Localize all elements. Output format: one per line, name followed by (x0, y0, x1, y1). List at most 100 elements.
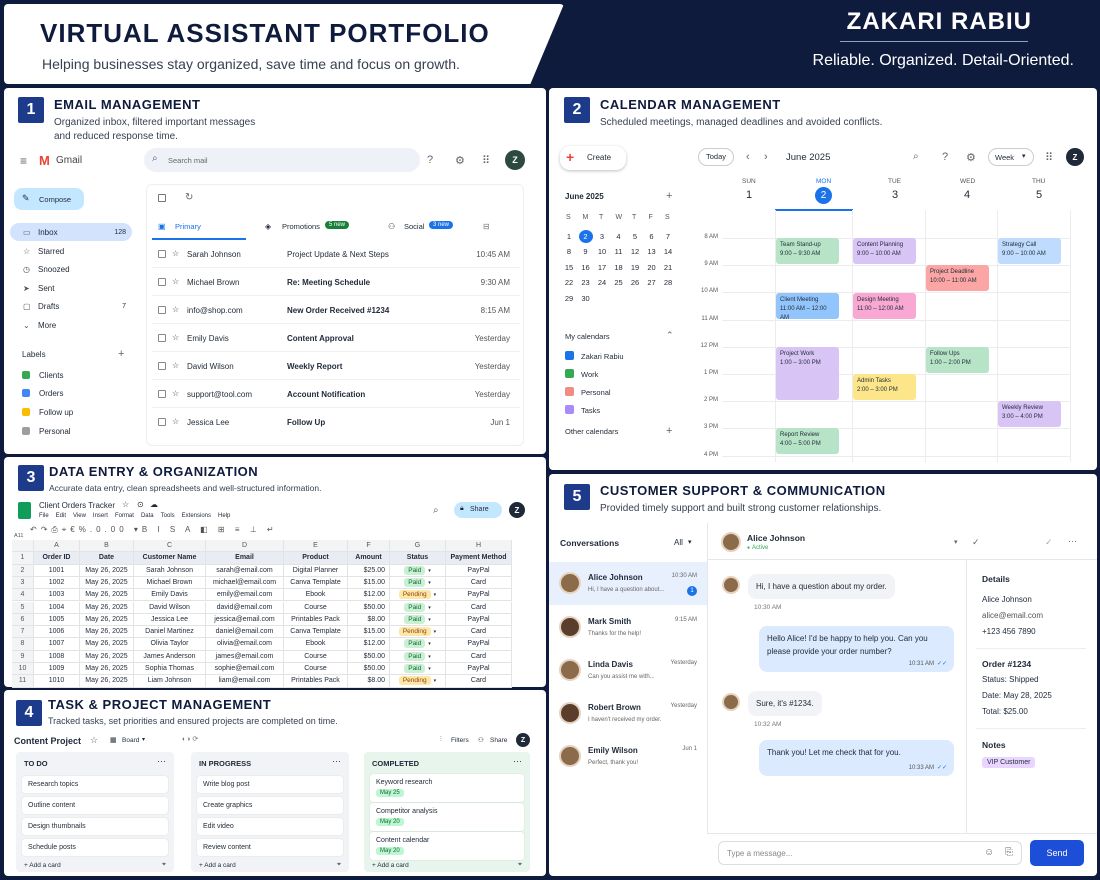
gear-icon[interactable]: ⚙ (966, 151, 976, 164)
task-card[interactable]: Design thumbnails (22, 818, 168, 835)
menu-icon[interactable]: ≡ (20, 154, 27, 168)
task-card[interactable]: Outline content (22, 797, 168, 814)
header-cell[interactable]: Email (206, 552, 284, 565)
calendar-event[interactable]: Design Meeting 11:00 – 12:00 AM (853, 293, 916, 319)
data-cell[interactable]: 1005 (34, 613, 80, 627)
sidebar-item-starred[interactable]: ☆ Starred (10, 242, 132, 260)
status-cell[interactable]: Paid ▾ (390, 613, 446, 627)
column-header[interactable]: A (34, 540, 80, 553)
mini-calendar-day[interactable]: 28 (661, 276, 675, 289)
mini-calendar-day[interactable]: 12 (628, 245, 642, 258)
add-label-icon[interactable]: + (118, 348, 124, 360)
status-cell[interactable]: Paid ▾ (390, 650, 446, 663)
row-number[interactable]: 6 (12, 613, 34, 627)
data-cell[interactable]: May 26, 2025 (80, 650, 134, 663)
data-cell[interactable]: 1002 (34, 576, 80, 590)
check-icon[interactable]: ✓ (972, 537, 980, 548)
create-button[interactable]: + Create (560, 146, 626, 170)
data-cell[interactable]: olivia@email.com (206, 638, 284, 651)
task-card[interactable]: Content calendar May 20 (370, 832, 524, 860)
row-number[interactable]: 11 (12, 675, 34, 688)
header-cell[interactable]: Payment Method (446, 552, 512, 565)
compose-button[interactable]: ✎ Compose (14, 188, 84, 210)
more-icon[interactable]: ··· (1068, 536, 1077, 546)
row-number[interactable]: 3 (12, 576, 34, 590)
star-icon[interactable]: ☆ (172, 389, 179, 398)
calendar-event[interactable]: Content Planning 9:00 – 10:00 AM (853, 238, 916, 264)
checkbox[interactable] (565, 405, 574, 414)
mini-calendar-day[interactable]: 10 (595, 245, 609, 258)
calendar-event[interactable]: Weekly Review 3:00 – 4:00 PM (998, 401, 1061, 427)
row-number[interactable]: 2 (12, 564, 34, 577)
header-cell[interactable]: Status (390, 552, 446, 565)
day-number[interactable]: 1 (746, 189, 752, 201)
star-icon[interactable]: ☆ (172, 417, 179, 426)
sidebar-item-sent[interactable]: ➤ Sent (10, 279, 132, 297)
mini-calendar-day[interactable]: 17 (595, 261, 609, 274)
status-cell[interactable]: Paid ▾ (390, 576, 446, 590)
select-all-checkbox[interactable] (158, 194, 166, 202)
mini-calendar-day[interactable]: 18 (612, 261, 626, 274)
data-cell[interactable]: $25.00 (348, 564, 390, 577)
chevron-left-icon[interactable]: ‹ (746, 151, 750, 163)
data-cell[interactable]: Printables Pack (284, 613, 348, 627)
column-header[interactable]: B (80, 540, 134, 553)
data-cell[interactable]: $15.00 (348, 626, 390, 639)
list-item[interactable]: Emily Wilson Jun 1 Perfect, thank you! (549, 735, 707, 778)
sidebar-item-inbox[interactable]: ▭ Inbox 128 (10, 223, 132, 241)
checkbox[interactable] (158, 278, 166, 286)
data-cell[interactable]: PayPal (446, 663, 512, 676)
status-cell[interactable]: Pending ▾ (390, 626, 446, 639)
emoji-icon[interactable]: ☺ (984, 847, 994, 858)
template-icon[interactable]: ⌖ (337, 861, 341, 869)
calendar-event[interactable]: Team Stand-up 9:00 – 9:30 AM (776, 238, 839, 264)
avatar[interactable]: Z (505, 150, 525, 170)
mini-calendar-day[interactable]: 9 (579, 245, 593, 258)
chevron-down-icon[interactable]: ▾ (688, 538, 692, 546)
chevron-down-icon[interactable]: ▾ (954, 538, 958, 546)
data-cell[interactable]: Digital Planner (284, 564, 348, 577)
add-card-button[interactable]: + Add a card (24, 862, 61, 869)
mini-calendar-day[interactable]: 1 (562, 230, 576, 243)
help-icon[interactable]: ? (427, 154, 433, 166)
chevron-up-icon[interactable]: ⌃ (666, 330, 674, 341)
help-icon[interactable]: ? (942, 151, 948, 163)
sidebar-item-snoozed[interactable]: ◷ Snoozed (10, 260, 132, 278)
add-icon[interactable]: + (666, 425, 672, 437)
mini-calendar-day[interactable]: 2 (578, 229, 593, 243)
data-cell[interactable]: $50.00 (348, 601, 390, 614)
task-card[interactable]: Edit video (197, 818, 343, 835)
data-cell[interactable]: Ebook (284, 589, 348, 602)
list-item[interactable]: Robert Brown Yesterday I haven't receive… (549, 692, 707, 735)
search-icon[interactable]: ⌕ (433, 505, 439, 516)
mini-calendar-day[interactable]: 19 (628, 261, 642, 274)
template-icon[interactable]: ⌖ (518, 861, 522, 869)
data-cell[interactable]: Daniel Martinez (134, 626, 206, 639)
row-number[interactable]: 8 (12, 638, 34, 651)
star-icon[interactable]: ☆ (172, 333, 179, 342)
avatar[interactable]: Z (509, 502, 525, 518)
data-cell[interactable]: May 26, 2025 (80, 576, 134, 590)
status-cell[interactable]: Pending ▾ (390, 589, 446, 602)
calendar-event[interactable]: Report Review 4:00 – 5:00 PM (776, 428, 839, 454)
data-cell[interactable]: 1010 (34, 675, 80, 688)
add-icon[interactable]: + (666, 190, 672, 202)
mini-calendar-day[interactable]: 21 (661, 261, 675, 274)
data-cell[interactable]: May 26, 2025 (80, 564, 134, 577)
table-row[interactable]: ☆ Michael Brown Re: Meeting Schedule 9:30 A… (152, 268, 520, 296)
day-number[interactable]: 3 (892, 189, 898, 201)
data-cell[interactable]: james@email.com (206, 650, 284, 663)
data-cell[interactable]: Sophia Thomas (134, 663, 206, 676)
filter-select[interactable]: All (674, 538, 683, 547)
mini-calendar-day[interactable]: 22 (562, 276, 576, 289)
data-cell[interactable]: sophie@email.com (206, 663, 284, 676)
header-cell[interactable]: Product (284, 552, 348, 565)
data-cell[interactable]: Course (284, 601, 348, 614)
list-item[interactable]: Alice Johnson 10:30 AM Hi, I have a ques… (549, 562, 707, 605)
star-icon[interactable]: ☆ (122, 500, 129, 509)
menu-item[interactable]: Data (141, 513, 154, 523)
filters-button[interactable]: Filters (451, 737, 469, 744)
gear-icon[interactable]: ⚙ (455, 154, 465, 167)
avatar[interactable]: Z (516, 733, 530, 747)
star-icon[interactable]: ☆ (172, 277, 179, 286)
